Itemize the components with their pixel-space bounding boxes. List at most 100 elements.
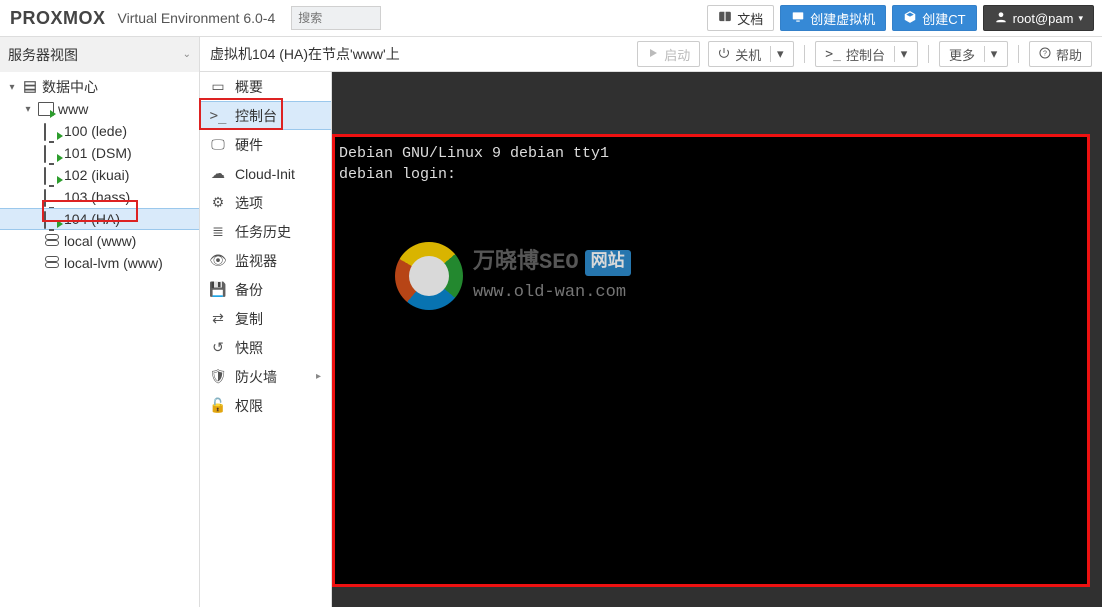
submenu-options[interactable]: ⚙ 选项 [200,188,331,217]
power-icon [718,47,730,62]
submenu-label: 监视器 [235,251,277,271]
tree-label: 104 (HA) [64,211,120,227]
sync-icon: ⇄ [210,310,226,327]
submenu-backup[interactable]: 💾 备份 [200,275,331,304]
server-icon [38,102,54,116]
vm-icon [44,124,60,138]
chevron-down-icon: ⌄ [183,49,191,60]
submenu-label: 任务历史 [235,222,291,242]
tree-label: 102 (ikuai) [64,167,129,183]
vm-icon [44,190,60,204]
submenu-label: 复制 [235,309,263,329]
datacenter-icon [22,80,38,94]
monitor-icon [791,10,805,27]
storage-icon [44,234,60,248]
watermark-badge: 网站 [585,250,631,276]
submenu-cloudinit[interactable]: ☁ Cloud-Init [200,159,331,188]
vm-icon [44,168,60,182]
chevron-down-icon: ▾ [894,46,908,62]
shutdown-label: 关机 [735,45,761,64]
submenu-firewall[interactable]: 🛡 防火墙 ▸ [200,362,331,391]
list-icon: ≣ [210,223,226,240]
cloud-icon: ☁ [210,165,226,182]
user-icon [994,10,1008,27]
tree-datacenter[interactable]: ▾ 数据中心 [0,76,199,98]
submenu-label: 控制台 [235,106,277,126]
console-viewport[interactable]: Debian GNU/Linux 9 debian tty1 debian lo… [332,134,1090,587]
history-icon: ↺ [210,339,226,356]
terminal-icon: >_ [825,47,841,62]
lock-icon: 🔓 [210,397,226,414]
submenu-label: 快照 [235,338,263,358]
vm-icon [44,212,60,226]
vm-submenu: ▭ 概要 >_ 控制台 🖵 硬件 ☁ Cloud-Init ⚙ 选项 ≣ 任务历… [200,72,332,607]
submenu-permissions[interactable]: 🔓 权限 [200,391,331,420]
tree-label: 数据中心 [42,77,98,97]
docs-button[interactable]: 文档 [707,5,774,31]
gear-icon: ⚙ [210,194,226,211]
user-menu-button[interactable]: root@pam ▾ [983,5,1094,31]
submenu-label: 权限 [235,396,263,416]
submenu-hardware[interactable]: 🖵 硬件 [200,130,331,159]
console-line: Debian GNU/Linux 9 debian tty1 [339,143,1083,164]
shutdown-button[interactable]: 关机 ▾ [708,41,794,67]
more-button[interactable]: 更多 ▾ [939,41,1008,67]
collapse-icon: ▾ [22,104,34,115]
logo: PROXMOX [8,8,106,29]
tree-vm-100[interactable]: 100 (lede) [0,120,199,142]
play-icon [647,47,659,62]
chevron-down-icon: ▾ [1078,13,1083,24]
book-icon [718,10,732,27]
console-line: debian login: [339,164,1083,185]
tree-vm-101[interactable]: 101 (DSM) [0,142,199,164]
second-bar: 服务器视图 ⌄ 虚拟机104 (HA)在节点'www'上 启动 关机 ▾ >_ … [0,37,1102,72]
help-icon: ? [1039,47,1051,62]
monitor-icon: 🖵 [210,136,226,153]
svg-text:?: ? [1043,50,1047,57]
collapse-icon: ▾ [6,82,18,93]
tree-node-www[interactable]: ▾ www [0,98,199,120]
submenu-replication[interactable]: ⇄ 复制 [200,304,331,333]
submenu-summary[interactable]: ▭ 概要 [200,72,331,101]
console-button[interactable]: >_ 控制台 ▾ [815,41,918,67]
watermark: 万晓博SEO 网站 www.old-wan.com [395,242,631,310]
submenu-label: 硬件 [235,135,263,155]
vm-icon [44,146,60,160]
help-button[interactable]: ? 帮助 [1029,41,1092,67]
brand-version: Virtual Environment 6.0-4 [118,10,276,26]
breadcrumb: 虚拟机104 (HA)在节点'www'上 [210,44,629,64]
submenu-monitor[interactable]: 👁 监视器 [200,246,331,275]
tree-vm-103[interactable]: 103 (hass) [0,186,199,208]
terminal-icon: >_ [210,108,226,124]
eye-icon: 👁 [210,252,226,269]
submenu-taskhistory[interactable]: ≣ 任务历史 [200,217,331,246]
tree-label: local (www) [64,233,136,249]
watermark-url: www.old-wan.com [473,281,631,305]
tree-label: www [58,101,88,117]
brand-name: PROXMOX [10,8,106,29]
view-selector[interactable]: 服务器视图 ⌄ [0,37,200,72]
shield-icon: 🛡 [210,368,226,385]
tree-vm-104[interactable]: 104 (HA) [0,208,199,230]
watermark-title: 万晓博SEO [473,248,579,279]
submenu-snapshot[interactable]: ↺ 快照 [200,333,331,362]
tree-label: 101 (DSM) [64,145,132,161]
tree-vm-102[interactable]: 102 (ikuai) [0,164,199,186]
chevron-down-icon: ▾ [984,46,998,62]
console-label: 控制台 [846,45,885,64]
submenu-console[interactable]: >_ 控制台 [200,101,331,130]
create-vm-button[interactable]: 创建虚拟机 [780,5,886,31]
top-bar: PROXMOX Virtual Environment 6.0-4 文档 创建虚… [0,0,1102,37]
create-vm-label: 创建虚拟机 [810,9,875,28]
create-ct-button[interactable]: 创建CT [892,5,976,31]
start-button[interactable]: 启动 [637,41,700,67]
chevron-right-icon: ▸ [316,371,321,382]
tree-storage-local[interactable]: local (www) [0,230,199,252]
book-icon: ▭ [210,78,226,95]
cube-icon [903,10,917,27]
save-icon: 💾 [210,281,226,298]
help-label: 帮助 [1056,45,1082,64]
tree-label: local-lvm (www) [64,255,163,271]
search-input[interactable] [291,6,381,30]
tree-storage-local-lvm[interactable]: local-lvm (www) [0,252,199,274]
